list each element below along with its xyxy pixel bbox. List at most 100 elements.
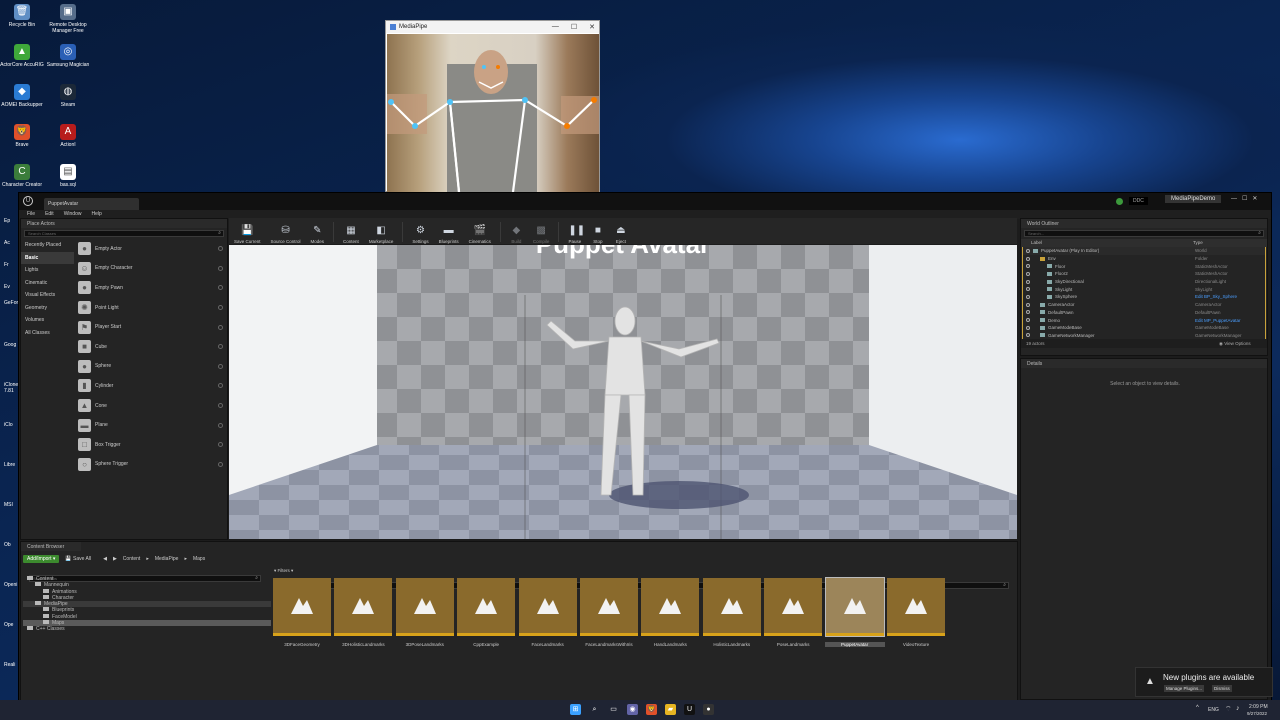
desktop-edge-label[interactable]: Reali	[4, 662, 15, 668]
outliner-row[interactable]: DefaultPawn DefaultPawn	[1023, 309, 1265, 317]
desktop-icon-aomei-backupper[interactable]: ◆ AOMEI Backupper	[0, 84, 44, 108]
obs-icon[interactable]: ●	[703, 704, 714, 715]
forward-arrow-icon[interactable]: ▶	[113, 556, 117, 562]
toolbar-source-control-button[interactable]: ⛁ Source Control	[268, 220, 304, 244]
desktop-edge-label[interactable]: iClone 7.81	[4, 382, 18, 394]
menu-help[interactable]: Help	[91, 211, 101, 218]
language-indicator[interactable]: ENG	[1208, 707, 1219, 713]
actor-item-cylinder[interactable]: ▮ Cylinder	[75, 376, 227, 396]
visibility-eye-icon[interactable]	[1026, 333, 1030, 338]
close-icon[interactable]: ✕	[589, 23, 595, 31]
level-tab[interactable]: PuppetAvatar	[44, 198, 139, 210]
toolbar-compile-button[interactable]: ▩ Compile	[530, 220, 553, 244]
back-arrow-icon[interactable]: ◀	[103, 556, 107, 562]
outliner-row[interactable]: Demo Edit MP_PuppetAvatar	[1023, 316, 1265, 324]
desktop-icon-steam[interactable]: ◍ Steam	[46, 84, 90, 108]
outliner-row[interactable]: CameraActor CameraActor	[1023, 301, 1265, 309]
toolbar-pause-button[interactable]: ❚❚ Pause	[565, 220, 585, 244]
desktop-edge-label[interactable]: Ope	[4, 622, 13, 628]
desktop-icon-samsung-magician[interactable]: ◎ Samsung Magician	[46, 44, 90, 68]
brave-icon[interactable]: 🦁	[646, 704, 657, 715]
actor-item-point-light[interactable]: ✺ Point Light	[75, 298, 227, 318]
classes-search-input[interactable]: Search Classes ⌕	[24, 230, 224, 237]
file-explorer-icon[interactable]: ▰	[665, 704, 676, 715]
view-options-button[interactable]: ◉ View Options	[1219, 341, 1251, 347]
category-geometry[interactable]: Geometry	[21, 302, 74, 315]
category-all-classes[interactable]: All Classes	[21, 327, 74, 340]
category-lights[interactable]: Lights	[21, 264, 74, 277]
search-icon[interactable]: ⌕	[589, 704, 600, 715]
visibility-eye-icon[interactable]	[1026, 318, 1030, 323]
asset-3dholisticlandmarks[interactable]: 3DHolisticLandmarks	[333, 578, 393, 647]
col-type[interactable]: Type	[1193, 240, 1203, 245]
desktop-icon-bas-sql[interactable]: ▤ bas.sql	[46, 164, 90, 188]
toolbar-stop-button[interactable]: ■ Stop	[588, 220, 607, 244]
desktop-edge-label[interactable]: Ep	[4, 218, 10, 224]
actor-item-empty-actor[interactable]: ● Empty Actor	[75, 239, 227, 259]
desktop-edge-label[interactable]: Libre	[4, 462, 15, 468]
breadcrumb-maps[interactable]: Maps	[193, 556, 205, 562]
desktop-edge-label[interactable]: Fr	[4, 262, 9, 268]
clock-time[interactable]: 2:09 PM	[1249, 704, 1268, 710]
actor-item-plane[interactable]: ▬ Plane	[75, 415, 227, 435]
dismiss-button[interactable]: Dismiss	[1212, 685, 1232, 692]
mediapipe-titlebar[interactable]: MediaPipe — ☐ ✕	[386, 21, 599, 33]
actor-item-cone[interactable]: ▲ Cone	[75, 396, 227, 416]
desktop-edge-label[interactable]: iClo	[4, 422, 13, 428]
outliner-row[interactable]: Floor2 StaticMeshActor	[1023, 270, 1265, 278]
add-import-button[interactable]: Add/Import ▾	[23, 554, 60, 563]
outliner-row[interactable]: Env Folder	[1023, 255, 1265, 263]
desktop-edge-label[interactable]: Ac	[4, 240, 10, 246]
toolbar-marketplace-button[interactable]: ◧ Marketplace	[366, 220, 397, 244]
category-cinematic[interactable]: Cinematic	[21, 277, 74, 290]
visibility-eye-icon[interactable]	[1026, 325, 1030, 330]
visibility-eye-icon[interactable]	[1026, 287, 1030, 292]
mediapipe-window[interactable]: MediaPipe — ☐ ✕	[385, 20, 600, 192]
outliner-row[interactable]: SkySphere Edit BP_Sky_Sphere	[1023, 293, 1265, 301]
menu-edit[interactable]: Edit	[45, 211, 54, 218]
outliner-search-input[interactable]: Search... ⌕	[1024, 230, 1264, 237]
toolbar-build-button[interactable]: ◆ Build	[507, 220, 526, 244]
asset-cppexample[interactable]: CppExample	[456, 578, 516, 647]
maximize-icon[interactable]: ☐	[571, 23, 577, 31]
outliner-row[interactable]: GameModeBase GameModeBase	[1023, 324, 1265, 332]
filters-button[interactable]: ▾ Filters ▾	[274, 568, 293, 574]
visibility-eye-icon[interactable]	[1026, 302, 1030, 307]
toolbar-content-button[interactable]: ▦ Content	[340, 220, 362, 244]
folder-tree-item[interactable]: C++ Classes	[23, 626, 271, 632]
asset-3dfacegeometry[interactable]: 3DFaceGeometry	[272, 578, 332, 647]
col-label[interactable]: Label	[1031, 240, 1042, 245]
actor-item-player-start[interactable]: ⚑ Player Start	[75, 317, 227, 337]
visibility-eye-icon[interactable]	[1026, 271, 1030, 276]
desktop-icon-brave[interactable]: 🦁 Brave	[0, 124, 44, 148]
level-viewport[interactable]: Puppet Avatar	[229, 245, 1017, 539]
category-visual-effects[interactable]: Visual Effects	[21, 289, 74, 302]
actor-item-box-trigger[interactable]: □ Box Trigger	[75, 435, 227, 455]
desktop-icon-actioni[interactable]: A ActionI	[46, 124, 90, 148]
outliner-row[interactable]: SkyDirectional DirectionalLight	[1023, 278, 1265, 286]
desktop-edge-label[interactable]: GeFor	[4, 300, 18, 306]
actor-item-sphere-trigger[interactable]: ○ Sphere Trigger	[75, 455, 227, 475]
asset-3dposelandmarks[interactable]: 3DPoseLandmarks	[395, 578, 455, 647]
toolbar-save-current-button[interactable]: 💾 Save Current	[231, 220, 264, 244]
unreal-icon[interactable]: U	[684, 704, 695, 715]
visibility-eye-icon[interactable]	[1026, 264, 1030, 269]
toolbar-blueprints-button[interactable]: ▬ Blueprints	[436, 220, 462, 244]
menu-window[interactable]: Window	[64, 211, 82, 218]
visibility-eye-icon[interactable]	[1026, 256, 1030, 261]
network-icon[interactable]: ⌔	[1225, 705, 1232, 714]
desktop-edge-label[interactable]: Openi	[4, 582, 17, 588]
asset-facelandmarks[interactable]: FaceLandmarks	[518, 578, 578, 647]
desktop-edge-label[interactable]: Ob	[4, 542, 11, 548]
actor-item-empty-pawn[interactable]: ● Empty Pawn	[75, 278, 227, 298]
category-basic[interactable]: Basic	[21, 251, 74, 264]
category-volumes[interactable]: Volumes	[21, 314, 74, 327]
task-view-icon[interactable]: ▭	[608, 704, 619, 715]
toolbar-cinematics-button[interactable]: 🎬 Cinematics	[466, 220, 494, 244]
windows-start-icon[interactable]: ⊞	[570, 704, 581, 715]
outliner-row[interactable]: Floor StaticMeshActor	[1023, 262, 1265, 270]
chat-icon[interactable]: ◉	[627, 704, 638, 715]
tray-chevron-icon[interactable]: ^	[1196, 705, 1199, 711]
asset-poselandmarks[interactable]: PoseLandmarks	[763, 578, 823, 647]
volume-icon[interactable]: ♪	[1236, 705, 1240, 712]
